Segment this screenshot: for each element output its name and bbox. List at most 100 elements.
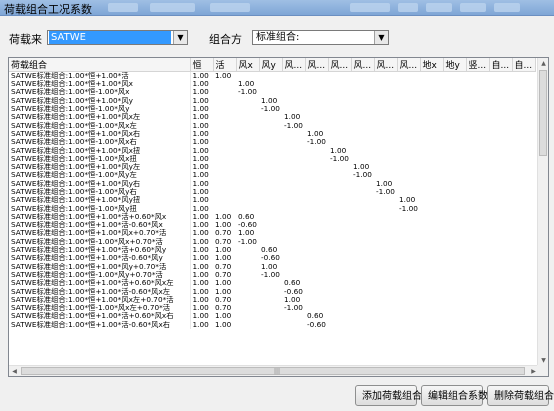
edit-coefficients-button[interactable]: 编辑组合系数 [421, 385, 488, 406]
column-header[interactable]: 荷载组合 [9, 58, 191, 72]
column-header[interactable]: 风... [374, 58, 398, 72]
load-source-select[interactable]: SATWE ▼ [47, 30, 188, 45]
table-row[interactable]: SATWE标准组合:1.00*恒-1.00*风y+0.70*活 1.00 0.70 -… [9, 270, 535, 280]
table-row[interactable]: SATWE标准组合:1.00*恒-1.00*风x扭 1.00 -1.00 [9, 154, 535, 163]
coefficient-cell: -1.00 [238, 88, 257, 97]
table-row[interactable]: SATWE标准组合:1.00*恒-1.00*风x左 1.00 -1.00 [9, 121, 535, 130]
table-row[interactable]: SATWE标准组合:1.00*恒+1.00*风x扭 1.00 1.00 [9, 146, 535, 155]
chevron-down-icon[interactable]: ▼ [173, 31, 187, 44]
arrow-up-icon[interactable]: ▲ [538, 58, 548, 69]
table-row[interactable]: SATWE标准组合:1.00*恒-1.00*风x 1.00 -1.00 [9, 88, 535, 97]
vertical-scrollbar[interactable]: ▲ ▼ [537, 58, 548, 366]
table-row[interactable]: SATWE标准组合:1.00*恒+1.00*风y 1.00 1.00 [9, 96, 535, 105]
coefficient-cell [236, 72, 259, 81]
coefficient-cell [443, 113, 466, 121]
horizontal-scrollbar[interactable]: ◀ ||| ▶ [9, 365, 539, 376]
coefficient-cell [466, 246, 489, 254]
coefficient-cell [420, 279, 443, 287]
combination-name-cell: SATWE标准组合:1.00*恒-1.00*风x [9, 88, 191, 97]
table-row[interactable]: SATWE标准组合:1.00*恒+1.00*风y扭 1.00 1.00 [9, 196, 535, 205]
column-header[interactable]: 恒 [190, 58, 214, 72]
column-header[interactable]: 风... [351, 58, 375, 72]
table-row[interactable]: SATWE标准组合:1.00*恒+1.00*活+0.60*风x左 1.00 1.00… [9, 279, 535, 288]
coefficient-cell [489, 163, 512, 171]
coefficient-cell [443, 254, 466, 262]
delete-combination-button[interactable]: 删除荷载组合 [487, 385, 554, 406]
table-row[interactable]: SATWE标准组合:1.00*恒-1.00*风x+0.70*活 1.00 0.70-… [9, 237, 535, 246]
combination-name-cell: SATWE标准组合:1.00*恒-1.00*风x+0.70*活 [9, 237, 191, 246]
titlebar-obscured-text [426, 3, 452, 12]
coefficient-cell [420, 105, 443, 113]
column-header[interactable]: 自... [512, 58, 536, 72]
table-row[interactable]: SATWE标准组合:1.00*恒+1.00*活-0.60*风y 1.00 1.00-… [9, 254, 535, 263]
table-row[interactable]: SATWE标准组合:1.00*恒+1.00*风y左 1.00 1.00 [9, 162, 535, 172]
combination-name-cell: SATWE标准组合:1.00*恒+1.00*风x右 [9, 129, 191, 139]
add-combination-button[interactable]: 添加荷载组合 [355, 385, 422, 406]
coefficient-cell: 1.00 [192, 88, 209, 97]
table-row[interactable]: SATWE标准组合:1.00*恒+1.00*活+0.60*风y 1.00 1.00 0… [9, 245, 535, 255]
table-row[interactable]: SATWE标准组合:1.00*恒-1.00*风y 1.00 -1.00 [9, 104, 535, 114]
table-row[interactable]: SATWE标准组合:1.00*恒-1.00*风x左+0.70*活 1.00 0.70… [9, 304, 535, 313]
column-header[interactable]: 地x [420, 58, 444, 72]
column-header[interactable]: 竖... [466, 58, 490, 72]
table-row[interactable]: SATWE标准组合:1.00*恒+1.00*风x左+0.70*活 1.00 0.70… [9, 295, 535, 305]
coefficient-cell [420, 246, 443, 254]
column-header[interactable]: 风... [328, 58, 352, 72]
table-row[interactable]: SATWE标准组合:1.00*恒-1.00*风y右 1.00 -1.00 [9, 187, 535, 197]
column-header[interactable]: 活 [213, 58, 237, 72]
column-header[interactable]: 风... [397, 58, 421, 72]
column-header[interactable]: 风... [305, 58, 329, 72]
table-row[interactable]: SATWE标准组合:1.00*恒-1.00*风x右 1.00 -1.00 [9, 138, 535, 147]
table-row[interactable]: SATWE标准组合:1.00*恒+1.00*风x左 1.00 1.00 [9, 113, 535, 122]
column-header[interactable]: 风y [259, 58, 283, 72]
table-row[interactable]: SATWE标准组合:1.00*恒+1.00*风x右 1.00 1.00 [9, 129, 535, 139]
table-row[interactable]: SATWE标准组合:1.00*恒+1.00*风x 1.00 1.00 [9, 80, 535, 89]
table-row[interactable]: SATWE标准组合:1.00*恒+1.00*活+0.60*风x右 1.00 1.00… [9, 312, 535, 321]
table-row[interactable]: SATWE标准组合:1.00*恒+1.00*活-0.60*风x 1.00 1.00-… [9, 221, 535, 230]
table-row[interactable]: SATWE标准组合:1.00*恒+1.00*风x+0.70*活 1.00 0.70 1… [9, 229, 535, 238]
load-combination-grid[interactable]: 荷载组合恒活风x 风y 风... 风... 风... 风... 风... 风... 地x 地y 竖.… [8, 57, 549, 377]
coefficient-cell: -1.00 [284, 121, 303, 130]
horizontal-scroll-thumb[interactable]: ||| [21, 367, 525, 375]
coefficient-cell: -1.00 [353, 171, 372, 180]
coefficient-cell [420, 180, 443, 188]
coefficient-cell [259, 113, 282, 121]
column-header[interactable]: 地y [443, 58, 467, 72]
table-row[interactable]: SATWE标准组合:1.00*恒+1.00*活+0.60*风x 1.00 1.00 0… [9, 212, 535, 222]
coefficient-cell [236, 321, 259, 329]
column-header[interactable]: 自... [489, 58, 513, 72]
coefficient-cell: 1.00 [376, 179, 393, 188]
coefficient-cell [328, 204, 351, 212]
coefficient-cell [443, 121, 466, 129]
table-row[interactable]: SATWE标准组合:1.00*恒+1.00*活-0.60*风x左 1.00 1.00… [9, 287, 535, 296]
coefficient-cell [489, 155, 512, 163]
arrow-left-icon[interactable]: ◀ [9, 366, 20, 376]
chevron-down-icon[interactable]: ▼ [374, 31, 388, 44]
coefficient-cell [466, 155, 489, 163]
coefficient-cell [397, 163, 420, 171]
table-row[interactable]: SATWE标准组合:1.00*恒+1.00*风y右 1.00 1.00 [9, 179, 535, 188]
table-row[interactable]: SATWE标准组合:1.00*恒+1.00*风y+0.70*活 1.00 0.70 1… [9, 262, 535, 271]
column-header[interactable]: 风... [282, 58, 306, 72]
table-row[interactable]: SATWE标准组合:1.00*恒+1.00*活-0.60*风x右 1.00 1.00… [9, 320, 535, 329]
coefficient-cell [236, 279, 259, 287]
coefficient-cell [466, 321, 489, 329]
coefficient-cell [397, 321, 420, 329]
coefficient-cell [420, 229, 443, 237]
coefficient-cell [236, 263, 259, 271]
column-header[interactable]: 风x [236, 58, 260, 72]
coefficient-cell: 1.00 [192, 237, 209, 246]
coefficient-cell [397, 271, 420, 279]
table-row[interactable]: SATWE标准组合:1.00*恒-1.00*风y扭 1.00 -1.00 [9, 204, 535, 213]
coefficient-cell [351, 113, 374, 121]
vertical-scroll-thumb[interactable] [539, 70, 547, 156]
load-source-label: 荷载来 [9, 33, 42, 46]
coefficient-cell [512, 296, 535, 304]
coefficient-cell [466, 213, 489, 221]
table-row[interactable]: SATWE标准组合:1.00*恒-1.00*风y左 1.00 -1.00 [9, 171, 535, 180]
coefficient-cell [489, 279, 512, 287]
coefficient-cell [443, 287, 466, 295]
table-header-row: 荷载组合恒活风x 风y 风... 风... 风... 风... 风... 风... 地x 地y 竖.… [9, 58, 536, 72]
combo-method-select[interactable]: 标准组合: ▼ [252, 30, 389, 45]
table-row[interactable]: SATWE标准组合:1.00*恒+1.00*活 1.00 1.00 [9, 71, 535, 81]
